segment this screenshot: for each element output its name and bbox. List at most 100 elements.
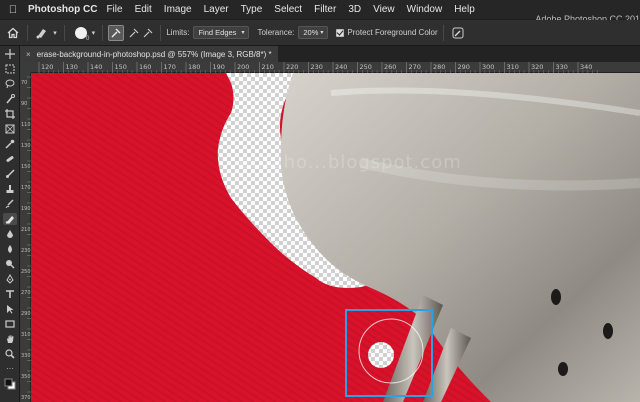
divider xyxy=(442,24,444,41)
menu-3d[interactable]: 3D xyxy=(348,4,361,15)
menu-edit[interactable]: Edit xyxy=(135,4,152,15)
dodge-tool-icon[interactable] xyxy=(3,258,17,270)
ruler-label: 320 xyxy=(531,63,543,71)
quick-selection-tool-icon[interactable] xyxy=(3,93,17,105)
tolerance-label: Tolerance: xyxy=(257,28,295,37)
ruler-label: 180 xyxy=(188,63,200,71)
ruler-label: 240 xyxy=(335,63,347,71)
horizontal-ruler[interactable]: 120 130 140 150 160 170 180 190 200 210 220 230 240 2… xyxy=(31,62,640,73)
background-eraser-tool-icon[interactable] xyxy=(3,213,17,225)
ruler-label: 140 xyxy=(90,63,102,71)
tolerance-value: 20% xyxy=(303,28,319,37)
ruler-label: 250 xyxy=(21,269,31,275)
ruler-label: 270 xyxy=(21,290,31,296)
ruler-label: 170 xyxy=(21,185,31,191)
sampling-continuous-button[interactable] xyxy=(108,24,125,41)
menu-layer[interactable]: Layer xyxy=(204,4,229,15)
document-tab-title: erase-background-in-photoshop.psd @ 557%… xyxy=(36,49,272,59)
chevron-down-icon: ▾ xyxy=(241,30,245,36)
lasso-tool-icon[interactable] xyxy=(3,78,17,90)
ruler-label: 70 xyxy=(21,80,27,86)
highlight-box xyxy=(345,309,433,397)
divider xyxy=(160,24,162,41)
brush-tool-icon[interactable] xyxy=(3,168,17,180)
sampling-background-swatch-icon[interactable] xyxy=(141,24,155,42)
limits-select[interactable]: Find Edges ▾ xyxy=(193,26,250,39)
apple-icon[interactable]:  xyxy=(4,4,22,16)
path-selection-tool-icon[interactable] xyxy=(3,303,17,315)
clone-stamp-tool-icon[interactable] xyxy=(3,183,17,195)
menu-help[interactable]: Help xyxy=(454,4,475,15)
ruler-label: 230 xyxy=(21,248,31,254)
menu-window[interactable]: Window xyxy=(407,4,443,15)
menu-file[interactable]: File xyxy=(106,4,122,15)
home-icon[interactable] xyxy=(4,24,22,42)
menu-select[interactable]: Select xyxy=(274,4,302,15)
gradient-tool-icon[interactable] xyxy=(3,228,17,240)
eyedropper-tool-icon[interactable] xyxy=(3,138,17,150)
tolerance-input[interactable]: 20% ▾ xyxy=(298,26,329,39)
close-icon[interactable]: × xyxy=(26,50,31,59)
ruler-label: 130 xyxy=(21,143,31,149)
ruler-label: 160 xyxy=(139,63,151,71)
ruler-label: 130 xyxy=(66,63,78,71)
more-tools-icon[interactable]: ··· xyxy=(3,363,17,375)
options-bar: ▾ 0 ▾ Limits: Find Edges ▾ Tolerance: 20… xyxy=(0,20,640,46)
divider xyxy=(102,24,104,41)
ruler-origin[interactable] xyxy=(20,62,31,73)
ruler-label: 260 xyxy=(384,63,396,71)
history-brush-tool-icon[interactable] xyxy=(3,198,17,210)
pen-tool-icon[interactable] xyxy=(3,273,17,285)
ruler-label: 200 xyxy=(237,63,249,71)
zoom-tool-icon[interactable] xyxy=(3,348,17,360)
document-tab-bar: × erase-background-in-photoshop.psd @ 55… xyxy=(20,46,640,62)
menu-image[interactable]: Image xyxy=(164,4,192,15)
vertical-ruler[interactable]: 70 90 110 130 150 170 190 210 230 250 270 290 310 330… xyxy=(20,73,31,402)
ruler-ticks: 120 130 140 150 160 170 180 190 200 210 220 230 240 2… xyxy=(38,62,598,73)
protect-foreground-checkbox[interactable] xyxy=(336,28,345,37)
ruler-label: 190 xyxy=(21,206,31,212)
canvas-image xyxy=(217,73,640,402)
frame-tool-icon[interactable] xyxy=(3,123,17,135)
menu-app-name[interactable]: Photoshop CC xyxy=(28,4,97,15)
ruler-label: 370 xyxy=(21,395,31,401)
ruler-label: 210 xyxy=(262,63,274,71)
sampling-once-icon[interactable] xyxy=(127,24,141,42)
protect-foreground-label: Protect Foreground Color xyxy=(347,28,438,37)
ruler-label: 150 xyxy=(21,164,31,170)
hand-tool-icon[interactable] xyxy=(3,333,17,345)
divider xyxy=(64,24,65,41)
ruler-label: 270 xyxy=(409,63,421,71)
move-tool-icon[interactable] xyxy=(3,48,17,60)
background-eraser-preset-icon[interactable] xyxy=(33,24,51,42)
ruler-label: 280 xyxy=(433,63,445,71)
ruler-label: 220 xyxy=(286,63,298,71)
ruler-label: 310 xyxy=(507,63,519,71)
ruler-label: 310 xyxy=(21,332,31,338)
limits-value: Find Edges xyxy=(198,28,237,37)
limits-label: Limits: xyxy=(166,28,190,37)
chevron-down-icon: ▾ xyxy=(320,30,324,36)
chevron-down-icon[interactable]: ▾ xyxy=(51,24,59,42)
ruler-label: 170 xyxy=(164,63,176,71)
menu-type[interactable]: Type xyxy=(241,4,263,15)
crop-tool-icon[interactable] xyxy=(3,108,17,120)
pressure-size-icon[interactable] xyxy=(449,24,467,42)
ruler-label: 300 xyxy=(482,63,494,71)
chevron-down-icon[interactable]: ▾ xyxy=(89,24,97,42)
document-canvas[interactable]: entaho...blogspot.com xyxy=(31,73,640,402)
ruler-label: 330 xyxy=(556,63,568,71)
document-tab[interactable]: × erase-background-in-photoshop.psd @ 55… xyxy=(20,46,278,62)
tools-panel: ··· xyxy=(0,46,20,402)
healing-brush-tool-icon[interactable] xyxy=(3,153,17,165)
foreground-background-swatch[interactable] xyxy=(3,378,17,390)
blur-tool-icon[interactable] xyxy=(3,243,17,255)
marquee-tool-icon[interactable] xyxy=(3,63,17,75)
type-tool-icon[interactable] xyxy=(3,288,17,300)
menu-view[interactable]: View xyxy=(373,4,395,15)
menu-filter[interactable]: Filter xyxy=(314,4,336,15)
rectangle-tool-icon[interactable] xyxy=(3,318,17,330)
ruler-ticks: 70 90 110 130 150 170 190 210 230 250 270 290 310 330… xyxy=(21,76,31,401)
ruler-label: 340 xyxy=(580,63,592,71)
watermark-text: entaho...blogspot.com xyxy=(239,152,462,173)
